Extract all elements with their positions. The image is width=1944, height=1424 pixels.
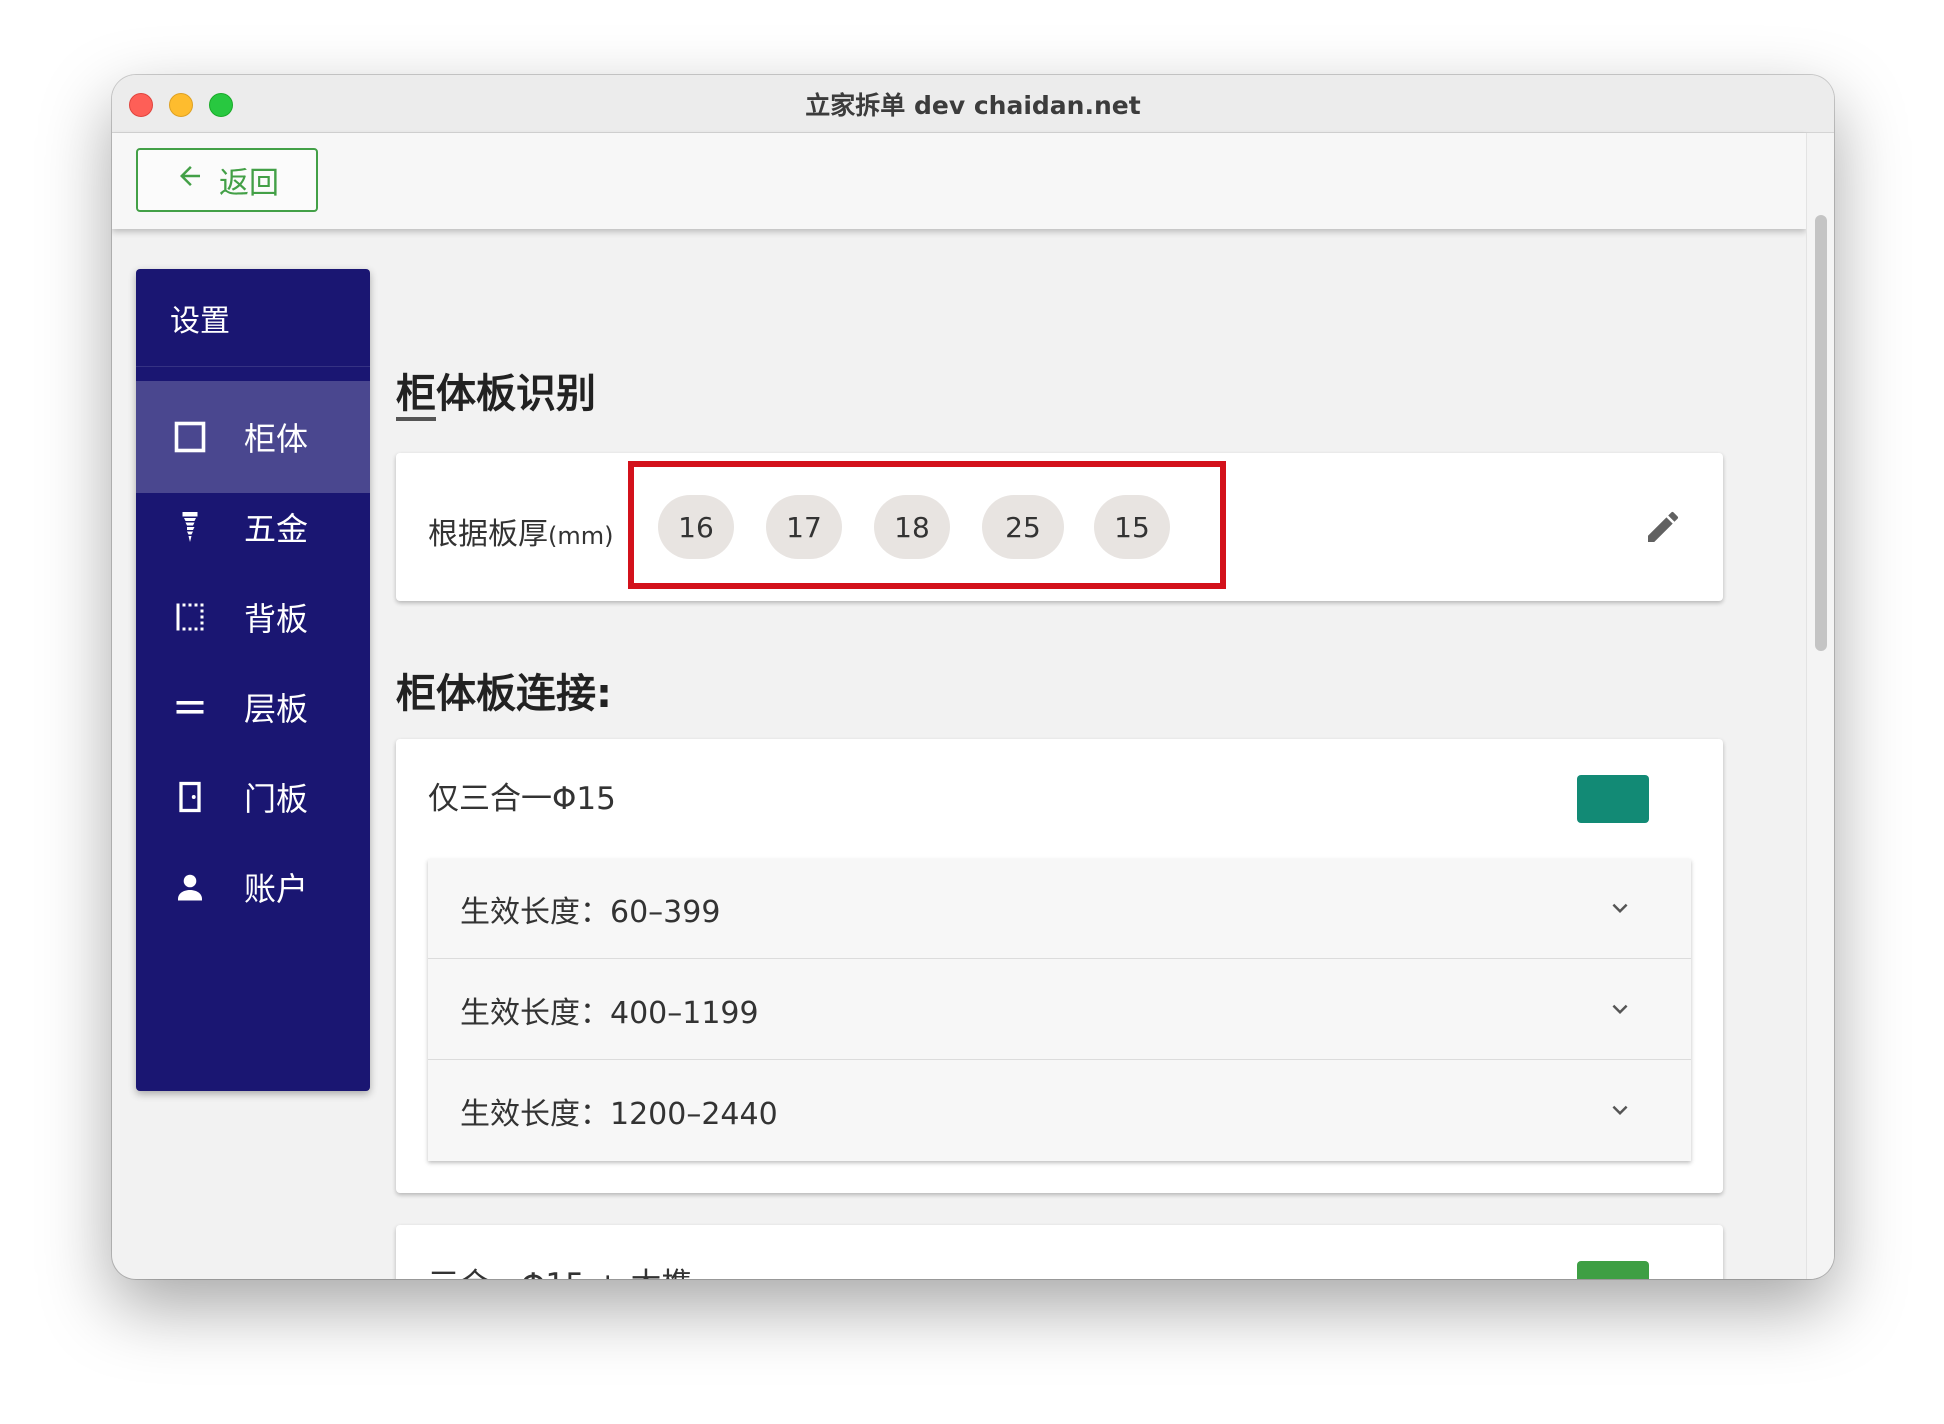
sidebar-item-account[interactable]: 账户 — [136, 831, 370, 943]
range-row[interactable]: 生效长度：1200–2440 — [428, 1061, 1691, 1161]
range-label: 生效长度：400–1199 — [460, 995, 759, 1031]
connection-title: 柜体板连接: — [396, 671, 612, 717]
thickness-chip[interactable]: 18 — [874, 495, 950, 559]
window-title: 立家拆单 dev chaidan.net — [805, 90, 1141, 120]
thickness-card: 根据板厚(mm) 16 17 18 25 15 — [396, 453, 1723, 601]
square-outline-icon — [172, 419, 208, 455]
chevron-down-icon — [1612, 1105, 1628, 1115]
recognition-title: 柜体板识别 — [396, 371, 596, 417]
color-swatch[interactable] — [1577, 775, 1649, 823]
sidebar-item-label: 柜体 — [244, 420, 309, 458]
range-row[interactable]: 生效长度：400–1199 — [428, 960, 1691, 1060]
sidebar-item-label: 背板 — [244, 600, 309, 638]
screw-icon — [172, 509, 208, 545]
connection-card: 仅三合一Φ15 生效长度：60–399 生效长度：400–1199 生效长度：1… — [396, 739, 1723, 1193]
thickness-label: 根据板厚(mm) — [428, 509, 613, 553]
door-icon — [172, 779, 208, 815]
thickness-unit: (mm) — [548, 522, 614, 550]
range-label: 生效长度：1200–2440 — [460, 1097, 778, 1132]
sidebar-header: 设置 — [136, 269, 370, 367]
person-icon — [172, 869, 208, 905]
color-swatch[interactable] — [1577, 1261, 1649, 1279]
app-window: 立家拆单 dev chaidan.net 返回 设置 柜体 五金 背板 层板 门… — [112, 75, 1834, 1279]
back-button-label: 返回 — [219, 166, 279, 201]
dotted-frame-icon — [172, 599, 208, 635]
close-window-button[interactable] — [129, 93, 153, 117]
thickness-chip[interactable]: 17 — [766, 495, 842, 559]
vertical-scrollbar[interactable] — [1806, 133, 1834, 1279]
connection-card-title: 三合一Φ15 + 木榫 — [428, 1259, 693, 1279]
range-label: 生效长度：60–399 — [460, 894, 721, 930]
thickness-chip[interactable]: 16 — [658, 495, 734, 559]
maximize-window-button[interactable] — [209, 93, 233, 117]
sidebar-item-label: 账户 — [244, 870, 309, 908]
title-underline — [396, 417, 436, 421]
sidebar-item-label: 五金 — [244, 510, 309, 548]
main-content: 柜体板识别 根据板厚(mm) 16 17 18 25 15 柜体板连接: 仅三合… — [396, 229, 1776, 1279]
scrollbar-thumb[interactable] — [1815, 215, 1827, 651]
chevron-down-icon — [1612, 1004, 1628, 1014]
thickness-label-text: 根据板厚 — [428, 517, 548, 552]
arrow-left-icon — [175, 161, 205, 199]
range-row[interactable]: 生效长度：60–399 — [428, 859, 1691, 959]
sidebar-item-label: 层板 — [244, 690, 309, 728]
title-bar: 立家拆单 dev chaidan.net — [112, 75, 1834, 133]
minimize-window-button[interactable] — [169, 93, 193, 117]
pencil-icon[interactable] — [1643, 507, 1683, 547]
app-bar: 返回 — [112, 133, 1806, 229]
equal-lines-icon — [172, 689, 208, 725]
sidebar-item-label: 门板 — [244, 780, 309, 818]
thickness-chip[interactable]: 25 — [982, 495, 1064, 559]
thickness-chip[interactable]: 15 — [1094, 495, 1170, 559]
chevron-down-icon — [1612, 903, 1628, 913]
connection-card-title: 仅三合一Φ15 — [428, 781, 616, 817]
settings-sidebar: 设置 柜体 五金 背板 层板 门板 账户 — [136, 269, 370, 1091]
connection-card: 三合一Φ15 + 木榫 — [396, 1225, 1723, 1279]
range-panel: 生效长度：60–399 生效长度：400–1199 生效长度：1200–2440 — [428, 859, 1691, 1161]
back-button[interactable]: 返回 — [136, 148, 318, 212]
